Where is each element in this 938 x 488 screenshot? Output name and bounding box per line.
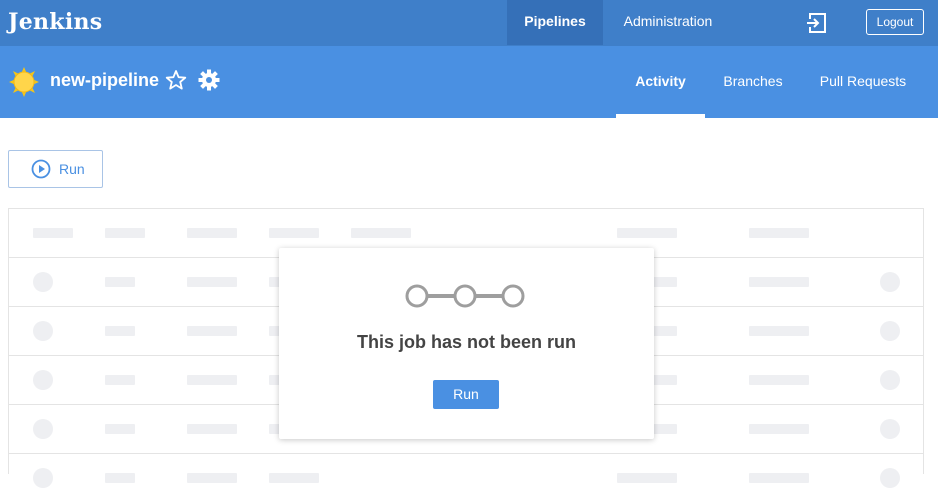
placeholder-bar [105,473,135,483]
placeholder-circle [880,370,900,390]
placeholder-bar [105,424,135,434]
placeholder-bar [187,228,237,238]
placeholder-circle [33,272,53,292]
tab-branches[interactable]: Branches [712,46,794,118]
pipeline-header: new-pipeline Activity Branches Pull Requ… [0,46,938,118]
placeholder-bar [33,228,73,238]
placeholder-bar [105,326,135,336]
placeholder-bar [105,228,145,238]
table-row-placeholder [9,454,923,488]
star-outline-icon[interactable] [165,69,187,91]
pipeline-stages-icon [405,284,525,308]
placeholder-bar [187,424,237,434]
placeholder-bar [749,326,809,336]
placeholder-bar [749,424,809,434]
placeholder-circle [880,468,900,488]
placeholder-circle [33,370,53,390]
placeholder-bar [749,473,809,483]
play-circle-icon [31,159,51,179]
placeholder-circle [33,468,53,488]
placeholder-bar [187,375,237,385]
run-button[interactable]: Run [8,150,103,188]
sun-icon [9,67,39,97]
placeholder-bar [187,326,237,336]
placeholder-bar [187,277,237,287]
top-bar: Jenkins Pipelines Administration Logout [0,0,938,46]
jenkins-logo[interactable]: Jenkins [8,9,102,35]
empty-state-message: This job has not been run [356,332,576,352]
placeholder-bar [269,228,319,238]
placeholder-circle [880,321,900,341]
pipeline-name[interactable]: new-pipeline [50,70,159,91]
placeholder-bar [749,277,809,287]
nav-administration[interactable]: Administration [614,0,722,45]
tab-activity[interactable]: Activity [616,46,705,118]
placeholder-bar [749,228,809,238]
empty-state-run-button[interactable]: Run [433,380,499,409]
empty-state-dialog: This job has not been run Run [279,248,654,439]
placeholder-circle [880,272,900,292]
placeholder-circle [880,419,900,439]
logout-button[interactable]: Logout [866,9,924,35]
placeholder-bar [617,473,677,483]
run-button-label: Run [59,161,85,177]
placeholder-bar [749,375,809,385]
exit-icon[interactable] [805,12,827,34]
nav-pipelines[interactable]: Pipelines [507,0,603,45]
placeholder-bar [351,228,411,238]
placeholder-bar [105,277,135,287]
gear-icon[interactable] [198,69,220,91]
placeholder-circle [33,321,53,341]
placeholder-bar [187,473,237,483]
placeholder-circle [33,419,53,439]
placeholder-bar [105,375,135,385]
tab-pull-requests[interactable]: Pull Requests [808,46,918,118]
placeholder-bar [269,473,319,483]
placeholder-bar [617,228,677,238]
